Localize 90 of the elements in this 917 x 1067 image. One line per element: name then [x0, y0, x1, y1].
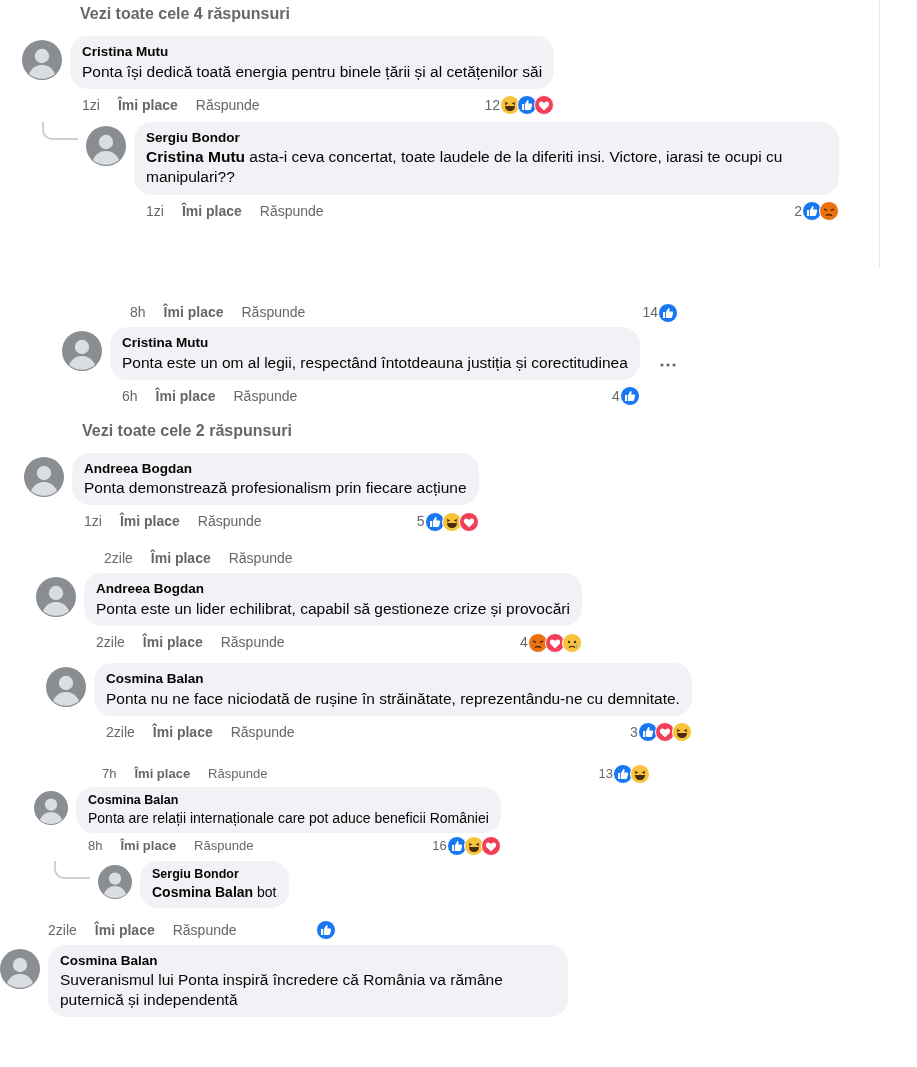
thumbs-up-icon: [619, 386, 640, 407]
comment-text: Ponta este un om al legii, respectând întotdeauna justiția și corectitudinea: [122, 353, 628, 371]
comment-text: Cosmina Balan bot: [152, 884, 277, 901]
thumbs-up-icon: [316, 920, 336, 941]
comment-time: 1zi: [146, 201, 164, 221]
thumbs-up-icon: [446, 836, 467, 857]
like-link[interactable]: Îmi place: [117, 94, 178, 116]
like-link[interactable]: Îmi place: [163, 302, 224, 323]
avatar: [62, 331, 102, 371]
comment-text: Ponta demonstrează profesionalism prin fiecare acțiune: [84, 479, 467, 497]
reply-link[interactable]: Răspunde: [208, 764, 268, 784]
reply-link[interactable]: Răspunde: [228, 548, 293, 570]
like-link[interactable]: Îmi place: [150, 548, 211, 570]
thread-line: [54, 861, 90, 880]
reaction-count: 12: [484, 95, 501, 115]
comment-time: 2zile: [96, 633, 125, 653]
comment-time: 2zile: [104, 549, 133, 569]
reply-link[interactable]: Răspunde: [195, 94, 260, 116]
comment-text: Ponta își dedică toată energia pentru binele țării și al cetățenilor săi: [82, 62, 543, 80]
comment-text: Ponta nu ne face niciodată de rușine în străinătate, reprezentându-ne cu demnitate.: [106, 689, 680, 707]
thumbs-up-icon: [424, 511, 445, 532]
avatar: [86, 125, 126, 166]
like-link[interactable]: Îmi place: [134, 764, 191, 784]
like-link[interactable]: Îmi place: [119, 511, 180, 533]
thumbs-up-icon: [613, 763, 633, 784]
author-name[interactable]: Cristina Mutu: [82, 43, 543, 61]
like-link[interactable]: Îmi place: [94, 919, 155, 941]
reaction-count: 4: [612, 386, 620, 406]
like-link[interactable]: Îmi place: [120, 836, 177, 856]
author-name[interactable]: Cosmina Balan: [106, 670, 680, 688]
author-name[interactable]: Cristina Mutu: [122, 334, 628, 352]
comment-time: 8h: [88, 837, 103, 856]
reaction-count: 4: [520, 633, 528, 653]
reaction-count: 3: [630, 722, 638, 742]
reply-link[interactable]: Răspunde: [230, 721, 295, 743]
thumbs-up-icon: [517, 95, 538, 116]
reaction-count: 2: [794, 201, 802, 221]
avatar: [36, 577, 76, 618]
avatar: [46, 667, 86, 708]
comment-text: Ponta este un lider echilibrat, capabil să gestioneze crize și provocări: [96, 599, 570, 617]
comment-time: 2zile: [48, 920, 77, 940]
avatar: [22, 40, 62, 80]
like-link[interactable]: Îmi place: [181, 200, 242, 222]
reply-link[interactable]: Răspunde: [233, 385, 298, 407]
reaction-count: 13: [598, 765, 613, 783]
author-name[interactable]: Cosmina Balan: [60, 951, 556, 970]
thumbs-up-icon: [802, 201, 822, 221]
comment-time: 6h: [122, 386, 138, 406]
author-name[interactable]: Cosmina Balan: [88, 791, 489, 808]
thumbs-up-icon: [658, 302, 678, 323]
comment-time: 1zi: [84, 512, 102, 532]
angry-face-icon: [527, 632, 548, 653]
avatar: [24, 456, 64, 497]
laughing-face-icon: [671, 722, 692, 743]
laughing-face-icon: [500, 95, 521, 116]
author-name[interactable]: Andreea Bogdan: [96, 580, 570, 598]
like-link[interactable]: Îmi place: [155, 385, 216, 407]
author-name[interactable]: Andreea Bogdan: [84, 459, 467, 478]
avatar: [34, 790, 68, 825]
sad-face-icon: [561, 632, 582, 653]
laughing-face-icon: [441, 511, 462, 532]
reply-link[interactable]: Răspunde: [241, 302, 306, 323]
reply-link[interactable]: Răspunde: [197, 511, 262, 533]
reply-link[interactable]: Răspunde: [172, 919, 237, 941]
angry-face-icon: [819, 201, 839, 221]
avatar: [0, 948, 40, 989]
reaction-count: 14: [642, 303, 658, 322]
thread-line: [42, 121, 78, 140]
comment-time: 8h: [130, 303, 146, 322]
reaction-count: 5: [416, 512, 425, 532]
comment-time: 7h: [102, 765, 117, 783]
like-link[interactable]: Îmi place: [142, 632, 203, 654]
laughing-face-icon: [463, 836, 484, 857]
view-replies-link[interactable]: Vezi toate cele 4 răspunsuri: [22, 2, 879, 36]
comment-time: 1zi: [82, 95, 100, 115]
view-replies-link[interactable]: Vezi toate cele 2 răspunsuri: [24, 418, 917, 453]
like-link[interactable]: Îmi place: [152, 721, 213, 743]
reply-link[interactable]: Răspunde: [220, 632, 285, 654]
reply-link[interactable]: Răspunde: [259, 200, 324, 222]
author-name[interactable]: Sergiu Bondor: [146, 128, 827, 147]
avatar: [98, 865, 132, 900]
comment-text: Suveranismul lui Ponta inspiră încredere că România va rămâne puternică și independentă: [60, 971, 503, 1009]
thumbs-up-icon: [637, 722, 658, 743]
comment-text: Cristina Mutu asta-i ceva concertat, toate laudele de la diferiti insi. Victore, iarasi te ocupi cu manipulari??: [146, 148, 783, 186]
comment-time: 2zile: [106, 722, 135, 742]
laughing-face-icon: [630, 763, 650, 784]
reaction-count: 16: [432, 837, 447, 856]
comment-text: Ponta are relații internaționale care pot aduce beneficii României: [88, 810, 489, 826]
author-name[interactable]: Sergiu Bondor: [152, 866, 277, 883]
reply-link[interactable]: Răspunde: [194, 836, 254, 856]
